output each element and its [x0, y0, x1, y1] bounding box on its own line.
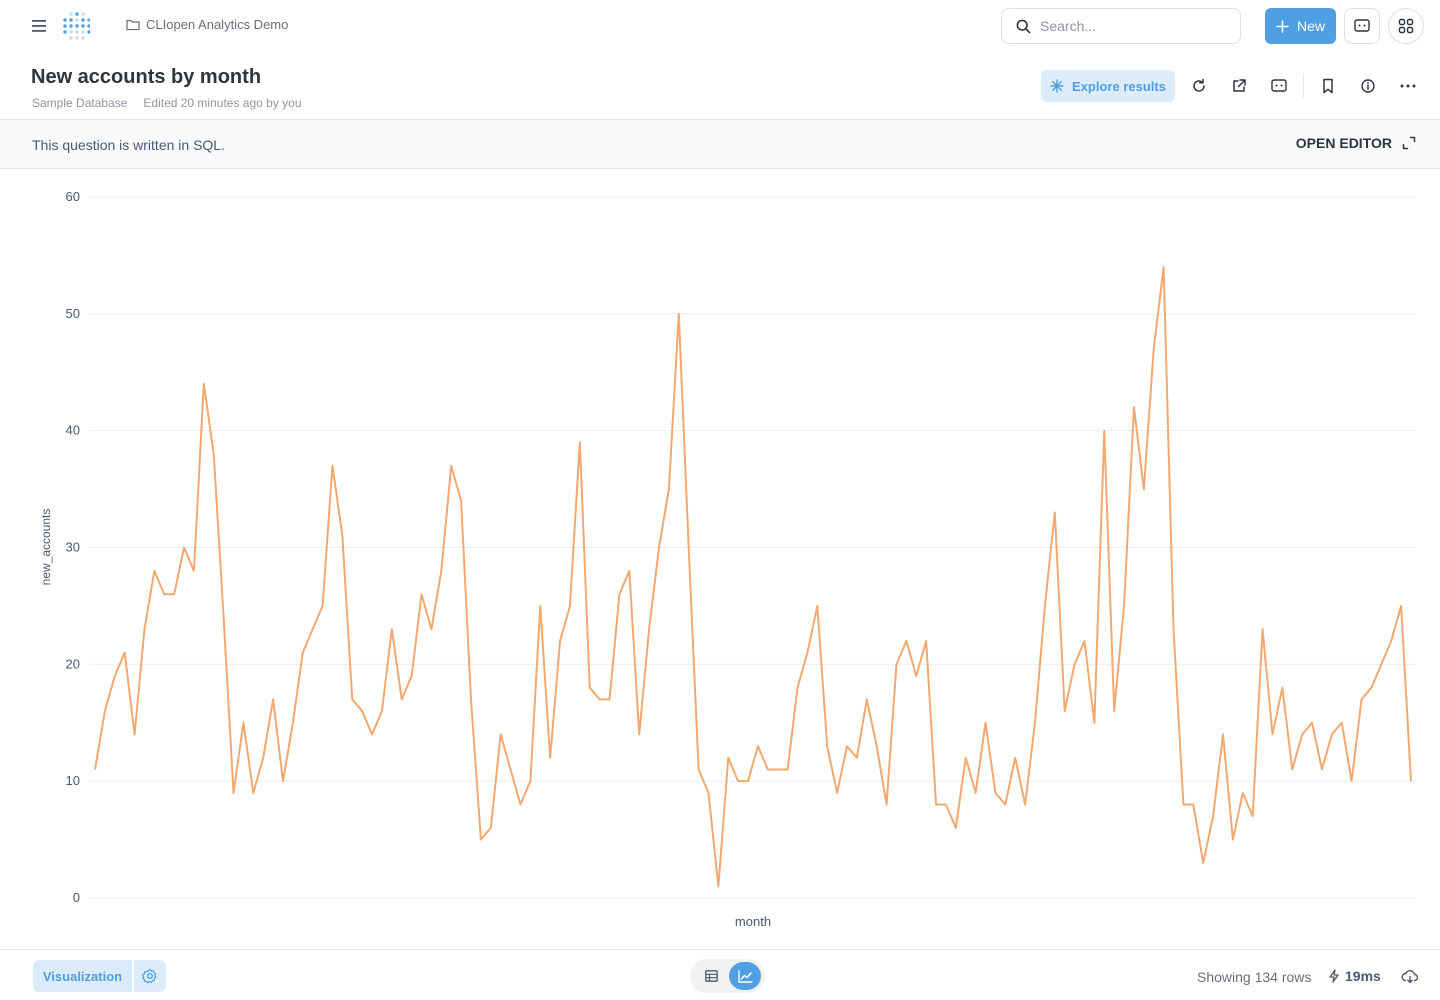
apps-grid-icon	[1398, 18, 1414, 34]
y-tick-label: 10	[66, 773, 80, 788]
search-icon	[1016, 19, 1031, 33]
breadcrumb[interactable]: CLIopen Analytics Demo	[126, 17, 288, 32]
open-editor-label: OPEN EDITOR	[1295, 135, 1392, 151]
embed-icon[interactable]	[1267, 74, 1291, 98]
download-icon	[1401, 969, 1419, 983]
download-button[interactable]	[1400, 966, 1420, 986]
visualization-settings-button[interactable]	[134, 960, 166, 992]
timing-value: 19ms	[1345, 968, 1381, 984]
explore-results-button[interactable]: Explore results	[1041, 70, 1175, 102]
hamburger-icon[interactable]	[29, 16, 49, 36]
chart-area: 0 10 20 30 40 50 60 new_accounts month	[0, 170, 1440, 948]
y-tick-label: 40	[66, 423, 80, 438]
row-count: Showing 134 rows	[1197, 969, 1312, 985]
plus-icon	[1276, 19, 1289, 33]
breadcrumb-collection-label: CLIopen Analytics Demo	[146, 17, 289, 32]
more-icon[interactable]	[1396, 74, 1420, 98]
folder-icon	[126, 19, 140, 30]
table-view-button[interactable]	[698, 963, 724, 989]
last-edited-info[interactable]: Edited 20 minutes ago by you	[143, 96, 301, 110]
visualization-button[interactable]: Visualization	[33, 960, 132, 992]
table-icon	[704, 970, 718, 982]
footer-bar: Visualization Showing 134 rows 19ms	[0, 949, 1440, 1000]
visualization-label: Visualization	[42, 968, 123, 984]
x-axis-label: month	[735, 914, 771, 929]
metabase-logo-icon[interactable]	[60, 10, 92, 42]
line-chart-icon	[737, 969, 753, 983]
apps-button[interactable]	[1388, 8, 1424, 44]
open-editor-button[interactable]: OPEN EDITOR	[1296, 135, 1416, 151]
sql-notice-text: This question is written in SQL.	[32, 137, 225, 153]
question-meta: Sample Database Edited 20 minutes ago by…	[32, 96, 302, 110]
new-button[interactable]: New	[1265, 8, 1336, 44]
database-name[interactable]: Sample Database	[32, 96, 127, 110]
new-button-label: New	[1296, 18, 1325, 34]
grid-lines	[90, 196, 1416, 899]
query-timing: 19ms	[1328, 968, 1381, 984]
bolt-icon	[1329, 969, 1339, 983]
expand-icon	[1402, 136, 1416, 150]
search-bar[interactable]	[1001, 8, 1241, 44]
share-icon[interactable]	[1227, 74, 1251, 98]
y-tick-label: 30	[66, 540, 80, 555]
bookmark-icon[interactable]	[1316, 74, 1340, 98]
y-axis-label: new_accounts	[39, 509, 53, 586]
refresh-icon[interactable]	[1187, 74, 1211, 98]
info-icon[interactable]	[1356, 74, 1380, 98]
search-input[interactable]	[1040, 18, 1220, 34]
sparkle-icon	[1050, 79, 1064, 93]
sql-notice-bar: This question is written in SQL. OPEN ED…	[0, 119, 1440, 169]
top-navigation-bar: CLIopen Analytics Demo New	[0, 0, 1440, 52]
header-divider	[1303, 74, 1304, 98]
gear-icon	[142, 968, 157, 984]
explore-results-label: Explore results	[1072, 78, 1166, 94]
line-chart[interactable]: 0 10 20 30 40 50 60 new_accounts month	[0, 170, 1440, 948]
page-title[interactable]: New accounts by month	[31, 66, 261, 89]
embed-button[interactable]	[1344, 8, 1380, 44]
y-tick-label: 0	[73, 890, 80, 905]
embed-icon	[1354, 19, 1370, 32]
y-tick-label: 50	[66, 306, 80, 321]
y-axis-ticks: 0 10 20 30 40 50 60	[66, 189, 80, 905]
series-line[interactable]	[94, 266, 1412, 888]
y-tick-label: 60	[66, 189, 80, 204]
y-tick-label: 20	[66, 656, 80, 671]
view-toggle	[690, 959, 765, 993]
logo-dots	[63, 12, 90, 40]
chart-view-button[interactable]	[729, 962, 761, 990]
